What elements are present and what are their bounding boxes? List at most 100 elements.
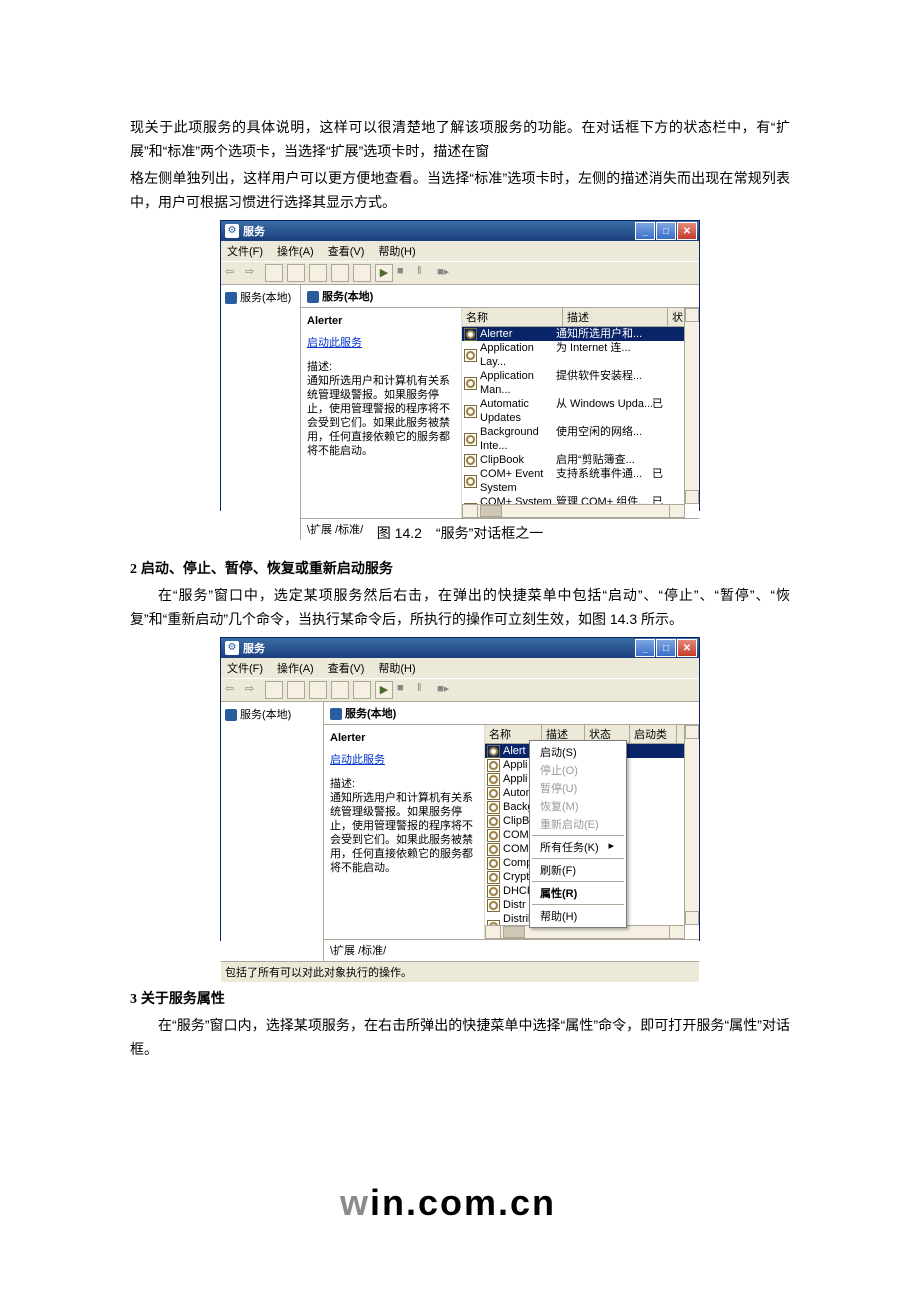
vscrollbar[interactable] [684, 725, 699, 925]
context-menu-item[interactable]: 属性(R) [530, 884, 626, 902]
menu-action[interactable]: 操作(A) [277, 243, 314, 259]
toolbar-btn-4[interactable] [331, 681, 349, 699]
context-menu-item[interactable]: 帮助(H) [530, 907, 626, 925]
scroll-thumb[interactable] [503, 926, 525, 938]
toolbar-btn-5[interactable] [353, 681, 371, 699]
toolbar-pause-button[interactable]: ‖ [417, 682, 433, 698]
service-row[interactable]: Application Man...提供软件安装程... [462, 369, 699, 397]
scroll-right-button[interactable] [669, 504, 685, 518]
toolbar-stop-button[interactable]: ■ [397, 265, 413, 281]
maximize-button[interactable]: □ [656, 222, 676, 240]
toolbar-btn-5[interactable] [353, 264, 371, 282]
tree-item-services-local[interactable]: 服务(本地) [240, 709, 291, 721]
menubar: 文件(F) 操作(A) 查看(V) 帮助(H) [221, 241, 699, 261]
menu-action[interactable]: 操作(A) [277, 660, 314, 676]
nav-back-button[interactable]: ⇦ [225, 682, 241, 698]
close-button[interactable]: ✕ [677, 639, 697, 657]
nav-back-button[interactable]: ⇦ [225, 265, 241, 281]
toolbar-stop-button[interactable]: ■ [397, 682, 413, 698]
status-bar: 包括了所有可以对此对象执行的操作。 [221, 961, 699, 982]
toolbar-btn-2[interactable] [287, 264, 305, 282]
window-title: 服务 [243, 640, 630, 656]
vscrollbar[interactable] [684, 308, 699, 504]
context-menu-item[interactable]: 启动(S) [530, 743, 626, 761]
toolbar-pause-button[interactable]: ‖ [417, 265, 433, 281]
menu-file[interactable]: 文件(F) [227, 660, 263, 676]
intro-paragraph-1: 现关于此项服务的具体说明，这样可以很清楚地了解该项服务的功能。在对话框下方的状态… [130, 115, 790, 163]
service-row[interactable]: Background Inte...使用空闲的网络... [462, 425, 699, 453]
toolbar-restart-button[interactable]: ■▸ [437, 682, 453, 698]
tree-icon [225, 709, 237, 721]
menu-separator [532, 858, 624, 859]
scroll-down-button[interactable] [685, 490, 699, 504]
intro-paragraph-2: 格左侧单独列出，这样用户可以更方便地查看。当选择“标准”选项卡时，左侧的描述消失… [130, 166, 790, 214]
scroll-left-button[interactable] [485, 925, 501, 939]
scroll-thumb[interactable] [480, 505, 502, 517]
panel-header-text: 服务(本地) [345, 708, 396, 720]
app-icon: ⚙ [225, 641, 239, 655]
minimize-button[interactable]: _ [635, 222, 655, 240]
context-menu-item[interactable]: 刷新(F) [530, 861, 626, 879]
gear-icon [487, 899, 500, 912]
toolbar-btn-3[interactable] [309, 264, 327, 282]
scroll-up-button[interactable] [685, 725, 699, 739]
toolbar: ⇦ ⇨ ▶ ■ ‖ ■▸ [221, 261, 699, 285]
nav-fwd-button[interactable]: ⇨ [245, 682, 261, 698]
detail-pane: Alerter 启动此服务 描述: 通知所选用户和计算机有关系统管理级警报。如果… [324, 725, 484, 939]
context-menu-item: 恢复(M) [530, 797, 626, 815]
minimize-button[interactable]: _ [635, 639, 655, 657]
services-window-1: ⚙ 服务 _ □ ✕ 文件(F) 操作(A) 查看(V) 帮助(H) ⇦ ⇨ ▶… [220, 220, 700, 511]
col-desc[interactable]: 描述 [563, 308, 668, 326]
service-row[interactable]: ClipBook启用“剪贴簿查... [462, 453, 699, 467]
toolbar-btn-1[interactable] [265, 264, 283, 282]
toolbar-play-button[interactable]: ▶ [375, 264, 393, 282]
toolbar-btn-1[interactable] [265, 681, 283, 699]
titlebar[interactable]: ⚙ 服务 _ □ ✕ [221, 638, 699, 658]
menu-file[interactable]: 文件(F) [227, 243, 263, 259]
hscrollbar[interactable] [462, 504, 685, 518]
toolbar-play-button[interactable]: ▶ [375, 681, 393, 699]
services-window-2: ⚙ 服务 _ □ ✕ 文件(F) 操作(A) 查看(V) 帮助(H) ⇦ ⇨ ▶… [220, 637, 700, 941]
toolbar-btn-4[interactable] [331, 264, 349, 282]
menu-view[interactable]: 查看(V) [328, 243, 365, 259]
gear-icon [464, 433, 477, 446]
menu-help[interactable]: 帮助(H) [378, 243, 415, 259]
start-service-link[interactable]: 启动此服务 [330, 754, 385, 766]
col-startup[interactable]: 启动类 [630, 725, 677, 743]
gear-icon [487, 759, 500, 772]
gear-icon [487, 801, 500, 814]
gear-icon [464, 349, 477, 362]
service-row[interactable]: Application Lay...为 Internet 连... [462, 341, 699, 369]
maximize-button[interactable]: □ [656, 639, 676, 657]
menu-view[interactable]: 查看(V) [328, 660, 365, 676]
close-button[interactable]: ✕ [677, 222, 697, 240]
tree-pane: 服务(本地) [221, 285, 301, 540]
menu-help[interactable]: 帮助(H) [378, 660, 415, 676]
scroll-left-button[interactable] [462, 504, 478, 518]
menu-separator [532, 904, 624, 905]
gear-icon [464, 377, 477, 390]
gear-icon [464, 328, 477, 341]
toolbar-btn-2[interactable] [287, 681, 305, 699]
service-row[interactable]: Automatic Updates从 Windows Upda...已 [462, 397, 699, 425]
toolbar-btn-3[interactable] [309, 681, 327, 699]
tree-pane: 服务(本地) [221, 702, 324, 961]
context-menu-item: 重新启动(E) [530, 815, 626, 833]
col-name[interactable]: 名称 [462, 308, 563, 326]
scroll-up-button[interactable] [685, 308, 699, 322]
menubar: 文件(F) 操作(A) 查看(V) 帮助(H) [221, 658, 699, 678]
gear-icon [464, 475, 477, 488]
description-text: 通知所选用户和计算机有关系统管理级警报。如果服务停止，使用管理警报的程序将不会受… [330, 791, 478, 875]
context-menu-item[interactable]: 所有任务(K)▸ [530, 838, 626, 856]
nav-fwd-button[interactable]: ⇨ [245, 265, 261, 281]
start-service-link[interactable]: 启动此服务 [307, 337, 362, 349]
service-row[interactable]: COM+ Event System支持系统事件通...已 [462, 467, 699, 495]
view-tabs[interactable]: \扩展 /标准/ [324, 939, 699, 961]
toolbar-restart-button[interactable]: ■▸ [437, 265, 453, 281]
tree-item-services-local[interactable]: 服务(本地) [240, 292, 291, 304]
scroll-right-button[interactable] [669, 925, 685, 939]
service-row[interactable]: Alerter通知所选用户和... [462, 327, 699, 341]
titlebar[interactable]: ⚙ 服务 _ □ ✕ [221, 221, 699, 241]
scroll-down-button[interactable] [685, 911, 699, 925]
app-icon: ⚙ [225, 224, 239, 238]
